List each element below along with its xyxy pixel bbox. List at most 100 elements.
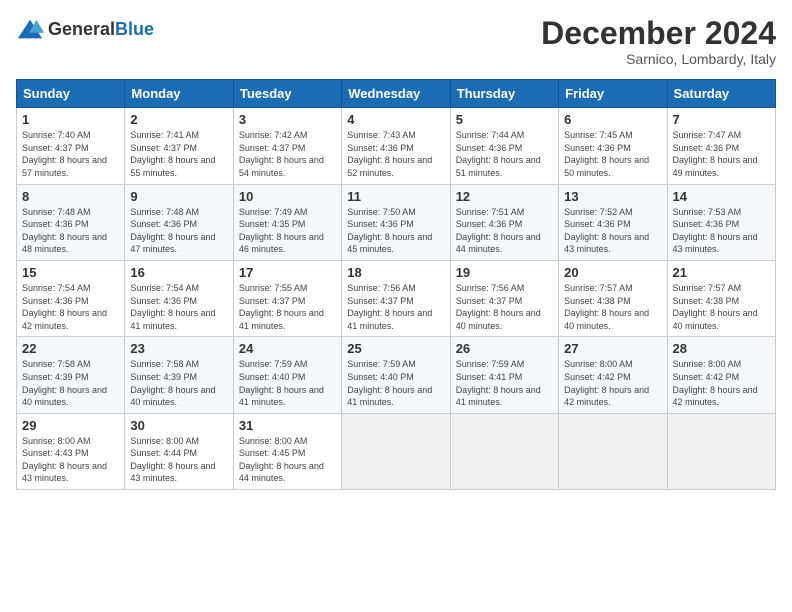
day-info: Sunrise: 8:00 AMSunset: 4:42 PMDaylight:… — [564, 358, 661, 408]
calendar-cell: 4 Sunrise: 7:43 AMSunset: 4:36 PMDaylight… — [342, 108, 450, 184]
day-info: Sunrise: 7:48 AMSunset: 4:36 PMDaylight:… — [130, 206, 227, 256]
logo-blue: Blue — [115, 19, 154, 39]
calendar-cell — [450, 413, 558, 489]
calendar-cell: 30 Sunrise: 8:00 AMSunset: 4:44 PMDayligh… — [125, 413, 233, 489]
day-number: 21 — [673, 265, 770, 280]
calendar-cell: 28Sunrise: 8:00 AMSunset: 4:42 PMDayligh… — [667, 337, 775, 413]
calendar-cell: 17 Sunrise: 7:55 AMSunset: 4:37 PMDayligh… — [233, 260, 341, 336]
calendar-header-row: SundayMondayTuesdayWednesdayThursdayFrid… — [17, 80, 776, 108]
day-info: Sunrise: 7:56 AMSunset: 4:37 PMDaylight:… — [456, 282, 553, 332]
calendar-cell: 11 Sunrise: 7:50 AMSunset: 4:36 PMDayligh… — [342, 184, 450, 260]
day-number: 8 — [22, 189, 119, 204]
calendar-cell: 3 Sunrise: 7:42 AMSunset: 4:37 PMDaylight… — [233, 108, 341, 184]
day-number: 31 — [239, 418, 336, 433]
calendar-cell: 18 Sunrise: 7:56 AMSunset: 4:37 PMDayligh… — [342, 260, 450, 336]
day-info: Sunrise: 7:42 AMSunset: 4:37 PMDaylight:… — [239, 129, 336, 179]
day-number: 7 — [673, 112, 770, 127]
calendar-cell: 29 Sunrise: 8:00 AMSunset: 4:43 PMDayligh… — [17, 413, 125, 489]
title-block: December 2024 Sarnico, Lombardy, Italy — [541, 16, 776, 67]
day-info: Sunrise: 7:40 AMSunset: 4:37 PMDaylight:… — [22, 129, 119, 179]
day-header-tuesday: Tuesday — [233, 80, 341, 108]
day-info: Sunrise: 7:58 AMSunset: 4:39 PMDaylight:… — [130, 358, 227, 408]
day-info: Sunrise: 8:00 AMSunset: 4:42 PMDaylight:… — [673, 358, 770, 408]
calendar-cell: 26 Sunrise: 7:59 AMSunset: 4:41 PMDayligh… — [450, 337, 558, 413]
calendar-cell: 19Sunrise: 7:56 AMSunset: 4:37 PMDayligh… — [450, 260, 558, 336]
calendar-cell: 23 Sunrise: 7:58 AMSunset: 4:39 PMDayligh… — [125, 337, 233, 413]
day-number: 13 — [564, 189, 661, 204]
page-header: GeneralBlue December 2024 Sarnico, Lomba… — [16, 16, 776, 67]
day-number: 9 — [130, 189, 227, 204]
day-number: 30 — [130, 418, 227, 433]
day-info: Sunrise: 7:53 AMSunset: 4:36 PMDaylight:… — [673, 206, 770, 256]
logo-icon — [16, 16, 44, 44]
day-info: Sunrise: 7:49 AMSunset: 4:35 PMDaylight:… — [239, 206, 336, 256]
calendar-cell: 21Sunrise: 7:57 AMSunset: 4:38 PMDayligh… — [667, 260, 775, 336]
day-info: Sunrise: 7:55 AMSunset: 4:37 PMDaylight:… — [239, 282, 336, 332]
day-number: 27 — [564, 341, 661, 356]
day-number: 2 — [130, 112, 227, 127]
day-number: 24 — [239, 341, 336, 356]
day-number: 6 — [564, 112, 661, 127]
day-info: Sunrise: 7:51 AMSunset: 4:36 PMDaylight:… — [456, 206, 553, 256]
logo-general: General — [48, 19, 115, 39]
day-number: 5 — [456, 112, 553, 127]
day-info: Sunrise: 7:43 AMSunset: 4:36 PMDaylight:… — [347, 129, 444, 179]
day-number: 18 — [347, 265, 444, 280]
day-number: 29 — [22, 418, 119, 433]
calendar-title: December 2024 — [541, 16, 776, 51]
day-info: Sunrise: 7:58 AMSunset: 4:39 PMDaylight:… — [22, 358, 119, 408]
day-header-wednesday: Wednesday — [342, 80, 450, 108]
calendar-cell: 14 Sunrise: 7:53 AMSunset: 4:36 PMDayligh… — [667, 184, 775, 260]
calendar-week-5: 29 Sunrise: 8:00 AMSunset: 4:43 PMDayligh… — [17, 413, 776, 489]
day-info: Sunrise: 7:50 AMSunset: 4:36 PMDaylight:… — [347, 206, 444, 256]
day-info: Sunrise: 7:59 AMSunset: 4:41 PMDaylight:… — [456, 358, 553, 408]
calendar-cell: 22 Sunrise: 7:58 AMSunset: 4:39 PMDayligh… — [17, 337, 125, 413]
calendar-cell: 2 Sunrise: 7:41 AMSunset: 4:37 PMDaylight… — [125, 108, 233, 184]
day-info: Sunrise: 8:00 AMSunset: 4:45 PMDaylight:… — [239, 435, 336, 485]
day-info: Sunrise: 7:45 AMSunset: 4:36 PMDaylight:… — [564, 129, 661, 179]
day-info: Sunrise: 7:48 AMSunset: 4:36 PMDaylight:… — [22, 206, 119, 256]
day-info: Sunrise: 7:56 AMSunset: 4:37 PMDaylight:… — [347, 282, 444, 332]
calendar-cell: 13 Sunrise: 7:52 AMSunset: 4:36 PMDayligh… — [559, 184, 667, 260]
day-number: 15 — [22, 265, 119, 280]
calendar-cell: 31 Sunrise: 8:00 AMSunset: 4:45 PMDayligh… — [233, 413, 341, 489]
calendar-table: SundayMondayTuesdayWednesdayThursdayFrid… — [16, 79, 776, 490]
day-number: 26 — [456, 341, 553, 356]
day-info: Sunrise: 7:52 AMSunset: 4:36 PMDaylight:… — [564, 206, 661, 256]
calendar-cell: 1 Sunrise: 7:40 AMSunset: 4:37 PMDaylight… — [17, 108, 125, 184]
calendar-cell: 24 Sunrise: 7:59 AMSunset: 4:40 PMDayligh… — [233, 337, 341, 413]
day-number: 20 — [564, 265, 661, 280]
day-header-saturday: Saturday — [667, 80, 775, 108]
calendar-week-2: 8 Sunrise: 7:48 AMSunset: 4:36 PMDaylight… — [17, 184, 776, 260]
day-header-friday: Friday — [559, 80, 667, 108]
day-info: Sunrise: 7:59 AMSunset: 4:40 PMDaylight:… — [347, 358, 444, 408]
calendar-cell: 10 Sunrise: 7:49 AMSunset: 4:35 PMDayligh… — [233, 184, 341, 260]
day-number: 14 — [673, 189, 770, 204]
calendar-week-3: 15Sunrise: 7:54 AMSunset: 4:36 PMDayligh… — [17, 260, 776, 336]
day-info: Sunrise: 8:00 AMSunset: 4:44 PMDaylight:… — [130, 435, 227, 485]
day-info: Sunrise: 7:41 AMSunset: 4:37 PMDaylight:… — [130, 129, 227, 179]
day-number: 10 — [239, 189, 336, 204]
calendar-cell: 8 Sunrise: 7:48 AMSunset: 4:36 PMDaylight… — [17, 184, 125, 260]
day-info: Sunrise: 7:57 AMSunset: 4:38 PMDaylight:… — [564, 282, 661, 332]
day-info: Sunrise: 7:59 AMSunset: 4:40 PMDaylight:… — [239, 358, 336, 408]
day-info: Sunrise: 8:00 AMSunset: 4:43 PMDaylight:… — [22, 435, 119, 485]
calendar-cell: 27 Sunrise: 8:00 AMSunset: 4:42 PMDayligh… — [559, 337, 667, 413]
calendar-cell: 7Sunrise: 7:47 AMSunset: 4:36 PMDaylight… — [667, 108, 775, 184]
day-number: 4 — [347, 112, 444, 127]
calendar-week-1: 1 Sunrise: 7:40 AMSunset: 4:37 PMDaylight… — [17, 108, 776, 184]
calendar-cell — [559, 413, 667, 489]
calendar-cell: 25 Sunrise: 7:59 AMSunset: 4:40 PMDayligh… — [342, 337, 450, 413]
calendar-subtitle: Sarnico, Lombardy, Italy — [541, 51, 776, 67]
day-number: 16 — [130, 265, 227, 280]
day-number: 11 — [347, 189, 444, 204]
day-number: 1 — [22, 112, 119, 127]
day-number: 22 — [22, 341, 119, 356]
day-number: 3 — [239, 112, 336, 127]
day-number: 23 — [130, 341, 227, 356]
day-number: 17 — [239, 265, 336, 280]
calendar-cell: 6 Sunrise: 7:45 AMSunset: 4:36 PMDaylight… — [559, 108, 667, 184]
calendar-cell: 15Sunrise: 7:54 AMSunset: 4:36 PMDayligh… — [17, 260, 125, 336]
calendar-cell: 20 Sunrise: 7:57 AMSunset: 4:38 PMDayligh… — [559, 260, 667, 336]
day-number: 25 — [347, 341, 444, 356]
